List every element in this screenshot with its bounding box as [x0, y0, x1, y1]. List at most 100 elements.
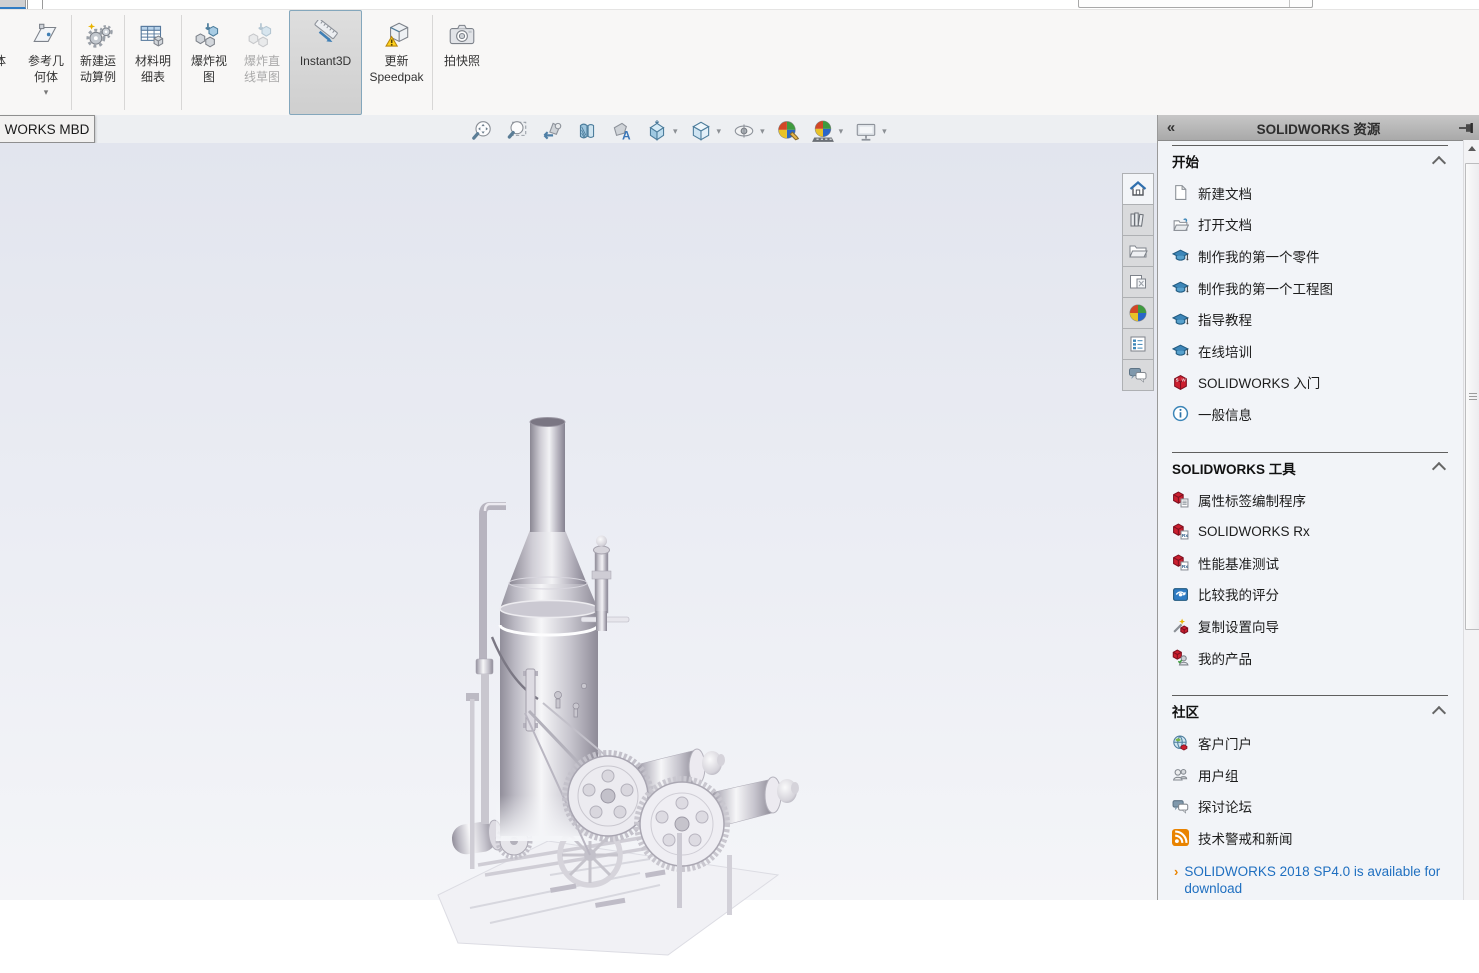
taskpane-item-label: 客户门户 — [1198, 733, 1252, 753]
task-pane: « SOLIDWORKS 资源 开始新建文档打开文档制作我的第一个零件制作我的第… — [1157, 115, 1479, 900]
taskpane-item[interactable]: 指导教程 — [1170, 303, 1462, 335]
taskpane-tab-view-palette[interactable] — [1122, 267, 1154, 298]
taskpane-item[interactable]: 探讨论坛 — [1170, 791, 1462, 823]
taskpane-item[interactable]: 新建文档 — [1170, 177, 1462, 209]
hide-show-items-icon — [732, 119, 756, 143]
dropdown-arrow-icon[interactable]: ▾ — [839, 126, 844, 137]
toolbar-button-explode-line-sketch[interactable]: 爆炸直线草图 — [235, 10, 289, 115]
viewport-hide-show-items-button[interactable]: ▾ — [732, 119, 765, 143]
zoom-to-area-icon — [505, 119, 529, 143]
tutorial-cap-icon — [1172, 342, 1189, 359]
scrollbar-up-arrow-icon[interactable] — [1464, 140, 1479, 157]
toolbar-separator — [71, 15, 72, 110]
viewport-dynamic-annotation-views-button[interactable]: A — [610, 119, 634, 143]
taskpane-tab-design-library[interactable] — [1122, 205, 1154, 236]
toolbar-button-update-speedpak[interactable]: 更新Speedpak — [362, 10, 431, 115]
taskpane-item[interactable]: 一般信息 — [1170, 398, 1462, 430]
collapse-chevron-icon[interactable] — [1432, 155, 1446, 169]
dropdown-arrow-icon[interactable]: ▾ — [760, 126, 765, 137]
taskpane-item[interactable]: RxSOLIDWORKS Rx — [1170, 515, 1462, 547]
toolbar-button-reference-geometry[interactable]: 参考几何体 ▾ — [22, 10, 70, 115]
new-document-icon — [1172, 184, 1189, 201]
taskpane-item[interactable]: 技术警戒和新闻 — [1170, 822, 1462, 854]
taskpane-item[interactable]: 属性标签编制程序 — [1170, 484, 1462, 516]
viewport-view-settings-button[interactable]: ▾ — [854, 119, 887, 143]
toolbar-separator — [181, 15, 182, 110]
taskpane-tab-appearances-scenes[interactable] — [1122, 298, 1154, 329]
search-box-sliver[interactable] — [1078, 0, 1313, 8]
taskpane-item[interactable]: 复制设置向导 — [1170, 610, 1462, 642]
taskpane-item[interactable]: 打开文档 — [1170, 209, 1462, 241]
dropdown-arrow-icon[interactable]: ▾ — [717, 126, 722, 137]
taskpane-item[interactable]: 在线培训 — [1170, 335, 1462, 367]
news-link-text: SOLIDWORKS 2018 SP4.0 is available for d… — [1184, 863, 1454, 898]
collapse-chevron-icon[interactable] — [1432, 462, 1446, 476]
section-header[interactable]: SOLIDWORKS 工具 — [1170, 453, 1462, 484]
viewport-zoom-to-fit-button[interactable] — [470, 119, 494, 143]
steam-engine-3d-model[interactable] — [430, 403, 810, 973]
open-document-icon — [1172, 216, 1189, 233]
toolbar-separator — [124, 15, 125, 110]
toolbar-button-label: 装配体特征 — [0, 53, 6, 85]
taskpane-item[interactable]: 用户组 — [1170, 759, 1462, 791]
command-manager-toolbar: 装配体特征 参考几何体 ▾ 新建运动算例材料明细表爆炸视图爆炸直线草图 Instant3… — [0, 9, 1479, 116]
taskpane-item[interactable]: SWSOLIDWORKS 入门 — [1170, 367, 1462, 399]
user-groups-icon — [1172, 766, 1189, 783]
motion-study-icon — [83, 20, 113, 50]
taskpane-item-label: 我的产品 — [1198, 648, 1252, 668]
toolbar-button-label: 新建运动算例 — [80, 53, 116, 85]
toolbar-separator — [432, 15, 433, 110]
taskpane-item[interactable]: 客户门户 — [1170, 727, 1462, 759]
toolbar-button-label: 爆炸视图 — [191, 53, 227, 85]
taskpane-item[interactable]: 比较我的评分 — [1170, 579, 1462, 611]
collapse-pane-button[interactable]: « — [1158, 119, 1184, 136]
taskpane-tab-custom-properties[interactable] — [1122, 329, 1154, 360]
toolbar-button-label: Instant3D — [300, 53, 351, 69]
taskpane-item[interactable]: Rx性能基准测试 — [1170, 547, 1462, 579]
toolbar-button-new-motion-study[interactable]: 新建运动算例 — [73, 10, 123, 115]
toolbar-button-take-snapshot[interactable]: 拍快照 — [434, 10, 490, 115]
section-view-icon — [575, 119, 599, 143]
taskpane-item[interactable]: 我的产品 — [1170, 642, 1462, 674]
forum-icon — [1128, 365, 1148, 385]
toolbar-button-label: 材料明细表 — [135, 53, 171, 85]
toolbar-button-instant3d[interactable]: Instant3D — [289, 10, 362, 115]
tutorial-cap-icon — [1172, 311, 1189, 328]
section-header[interactable]: 社区 — [1170, 696, 1462, 727]
viewport-edit-appearance-button[interactable] — [776, 119, 800, 143]
info-icon — [1172, 405, 1189, 422]
dropdown-arrow-icon[interactable]: ▾ — [673, 126, 678, 137]
viewport-zoom-to-area-button[interactable] — [505, 119, 529, 143]
books-icon — [1128, 210, 1148, 230]
section-header[interactable]: 开始 — [1170, 146, 1462, 177]
taskpane-tab-solidworks-forum[interactable] — [1122, 360, 1154, 391]
viewport-section-view-button[interactable] — [575, 119, 599, 143]
scrollbar-thumb[interactable] — [1465, 163, 1479, 630]
taskpane-tab-file-explorer[interactable] — [1122, 236, 1154, 267]
copy-settings-icon — [1172, 617, 1189, 634]
taskpane-item[interactable]: 制作我的第一个零件 — [1170, 240, 1462, 272]
taskpane-item[interactable]: 制作我的第一个工程图 — [1170, 272, 1462, 304]
toolbar-button-label: 爆炸直线草图 — [244, 53, 280, 85]
collapse-chevron-icon[interactable] — [1432, 706, 1446, 720]
tutorial-cap-icon — [1172, 279, 1189, 296]
viewport-view-orientation-button[interactable]: ▾ — [645, 119, 678, 143]
dropdown-arrow-icon[interactable]: ▾ — [44, 88, 49, 96]
pin-icon[interactable] — [1453, 121, 1479, 135]
command-tab-solidworks-mbd[interactable]: WORKS MBD — [0, 115, 95, 143]
viewport-previous-view-button[interactable] — [540, 119, 564, 143]
toolbar-button-assembly-features[interactable]: 装配体特征 — [0, 10, 22, 115]
task-pane-content: 开始新建文档打开文档制作我的第一个零件制作我的第一个工程图指导教程在线培训SWS… — [1158, 140, 1462, 900]
viewport-apply-scene-button[interactable]: ▾ — [811, 119, 844, 143]
toolbar-button-label: 参考几何体 — [28, 53, 64, 85]
news-link[interactable]: ›SOLIDWORKS 2018 SP4.0 is available for … — [1174, 863, 1454, 898]
viewport-display-style-button[interactable]: ▾ — [689, 119, 722, 143]
taskpane-tab-solidworks-resources[interactable] — [1122, 173, 1154, 205]
task-pane-scrollbar[interactable] — [1463, 140, 1479, 900]
graphics-viewport[interactable] — [0, 143, 1157, 900]
explode-line-sketch-icon — [247, 20, 277, 50]
window-edge-sliver — [0, 0, 26, 9]
toolbar-button-bill-of-materials[interactable]: 材料明细表 — [126, 10, 180, 115]
toolbar-button-exploded-view[interactable]: 爆炸视图 — [183, 10, 235, 115]
dropdown-arrow-icon[interactable]: ▾ — [882, 126, 887, 137]
